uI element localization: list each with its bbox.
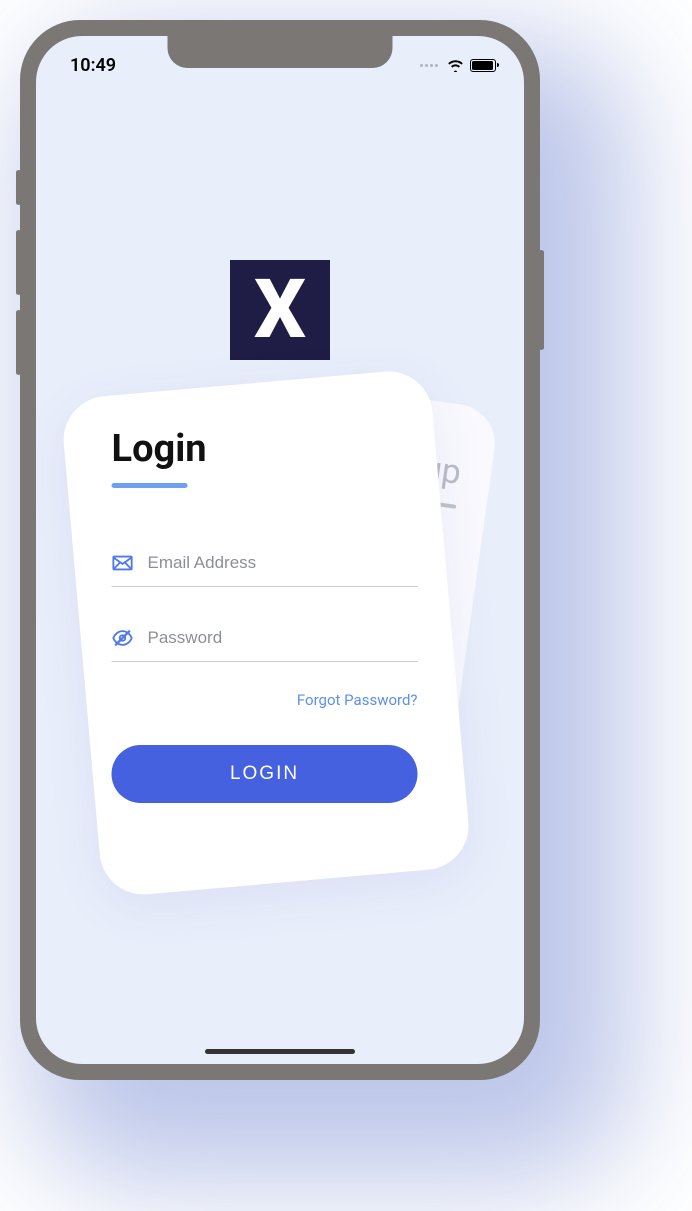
battery-icon xyxy=(470,59,496,72)
password-input[interactable] xyxy=(148,628,418,648)
phone-mockup: 10:49 X xyxy=(20,20,540,1080)
login-tab-label: Login xyxy=(112,427,418,471)
phone-screen: 10:49 X xyxy=(36,36,524,1064)
wifi-icon xyxy=(447,59,464,72)
eye-off-icon[interactable] xyxy=(112,627,134,649)
home-indicator[interactable] xyxy=(205,1049,355,1054)
logo-letter: X xyxy=(254,269,306,351)
password-field-row xyxy=(112,615,418,662)
status-time: 10:49 xyxy=(70,55,116,76)
forgot-password-link[interactable]: Forgot Password? xyxy=(297,691,418,709)
login-underline xyxy=(112,483,188,488)
email-field-row xyxy=(112,540,418,587)
side-button xyxy=(16,170,21,205)
email-input[interactable] xyxy=(148,553,418,573)
auth-cards: Sign up Login xyxy=(36,400,524,900)
tab-login[interactable]: Login xyxy=(60,368,472,898)
phone-notch xyxy=(168,36,393,68)
status-icons xyxy=(420,59,496,72)
forgot-password-row: Forgot Password? xyxy=(112,690,418,709)
login-form: Forgot Password? LOGIN xyxy=(112,540,418,803)
mail-icon xyxy=(112,552,134,574)
side-button xyxy=(16,230,21,295)
side-button xyxy=(539,250,544,350)
cellular-dots-icon xyxy=(420,64,438,67)
app-logo: X xyxy=(230,260,330,360)
login-button[interactable]: LOGIN xyxy=(112,745,418,803)
phone-frame: 10:49 X xyxy=(20,20,540,1080)
side-button xyxy=(16,310,21,375)
